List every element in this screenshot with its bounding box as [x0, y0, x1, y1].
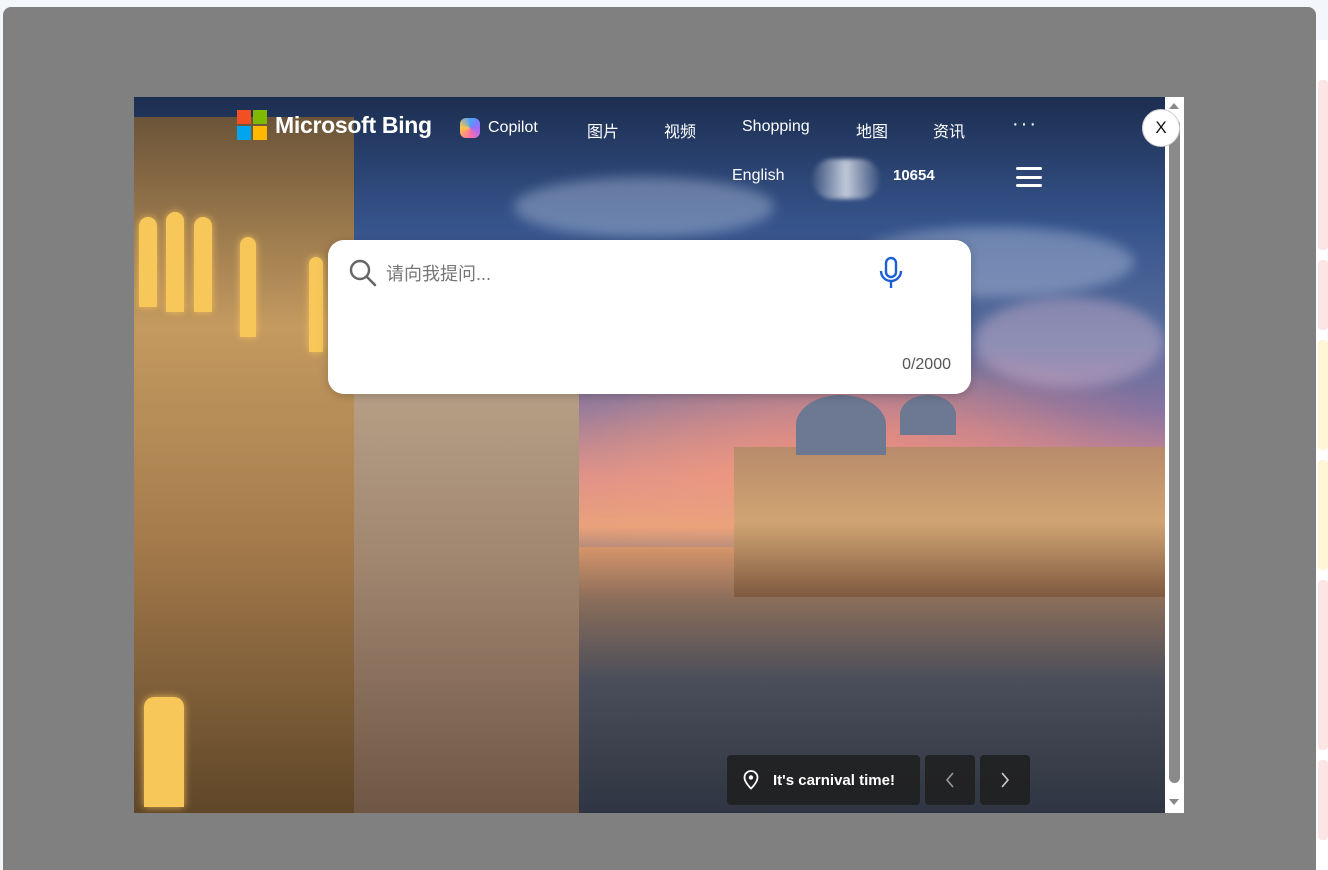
- microphone-icon[interactable]: [878, 256, 904, 290]
- next-image-button[interactable]: [980, 755, 1030, 805]
- lit-window: [144, 697, 184, 807]
- edge-accent: [1318, 760, 1328, 840]
- edge-accent: [1318, 460, 1328, 570]
- cloud: [974, 297, 1164, 387]
- hamburger-line: [1016, 184, 1042, 187]
- dome: [796, 395, 886, 455]
- building-right: [734, 447, 1165, 597]
- cloud: [514, 177, 774, 237]
- scroll-down-arrow[interactable]: [1169, 799, 1179, 805]
- more-menu-button[interactable]: ···: [1012, 113, 1038, 136]
- nav-item-news[interactable]: 资讯: [933, 118, 965, 142]
- logo-square-blue: [237, 126, 251, 140]
- top-nav: Microsoft Bing Copilot 图片 视频 Shopping 地图…: [134, 97, 1165, 199]
- nav-item-shopping[interactable]: Shopping: [742, 118, 810, 136]
- nav-item-images[interactable]: 图片: [587, 118, 619, 142]
- edge-accent: [1318, 80, 1328, 250]
- image-caption-button[interactable]: It's carnival time!: [727, 755, 920, 805]
- lit-window: [166, 212, 184, 312]
- edge-accent: [1318, 260, 1328, 330]
- language-switch-link[interactable]: English: [732, 167, 784, 185]
- search-icon[interactable]: [348, 258, 378, 288]
- edge-accent: [1318, 580, 1328, 750]
- scrollbar-thumb[interactable]: [1169, 119, 1180, 783]
- search-box[interactable]: 0/2000: [328, 240, 971, 394]
- logo-square-green: [253, 110, 267, 124]
- lit-window: [240, 237, 256, 337]
- logo-square-yellow: [253, 126, 267, 140]
- background-page-edge: [1314, 40, 1328, 870]
- hamburger-line: [1016, 167, 1042, 170]
- lit-window: [139, 217, 157, 307]
- nav-item-videos[interactable]: 视频: [664, 118, 696, 142]
- edge-accent: [1318, 340, 1328, 450]
- vertical-scrollbar[interactable]: [1165, 97, 1184, 813]
- chevron-right-icon: [1001, 772, 1010, 788]
- image-caption-text: It's carnival time!: [773, 771, 895, 789]
- nav-item-maps[interactable]: 地图: [856, 118, 888, 142]
- lit-window: [194, 217, 212, 312]
- logo-square-red: [237, 110, 251, 124]
- nav-item-label: Copilot: [488, 119, 538, 136]
- previous-image-button[interactable]: [925, 755, 975, 805]
- bing-logo[interactable]: Microsoft Bing: [237, 110, 432, 140]
- brand-name: Microsoft Bing: [275, 111, 432, 138]
- copilot-icon: [460, 118, 480, 138]
- microsoft-logo-icon: [237, 110, 267, 140]
- search-input[interactable]: [386, 260, 856, 288]
- character-counter: 0/2000: [902, 356, 951, 373]
- nav-item-copilot[interactable]: Copilot: [460, 118, 538, 138]
- chevron-left-icon: [945, 772, 954, 788]
- hamburger-menu-icon[interactable]: [1016, 167, 1042, 187]
- rewards-points[interactable]: 10654: [893, 167, 935, 184]
- avatar[interactable]: [812, 159, 880, 199]
- close-button[interactable]: X: [1142, 109, 1180, 147]
- location-pin-icon: [743, 770, 759, 790]
- building-left-middle: [339, 387, 579, 813]
- scroll-up-arrow[interactable]: [1169, 103, 1179, 109]
- lit-window: [309, 257, 323, 352]
- hamburger-line: [1016, 175, 1042, 179]
- bing-homepage-frame: Microsoft Bing Copilot 图片 视频 Shopping 地图…: [134, 97, 1165, 813]
- dome: [900, 395, 956, 435]
